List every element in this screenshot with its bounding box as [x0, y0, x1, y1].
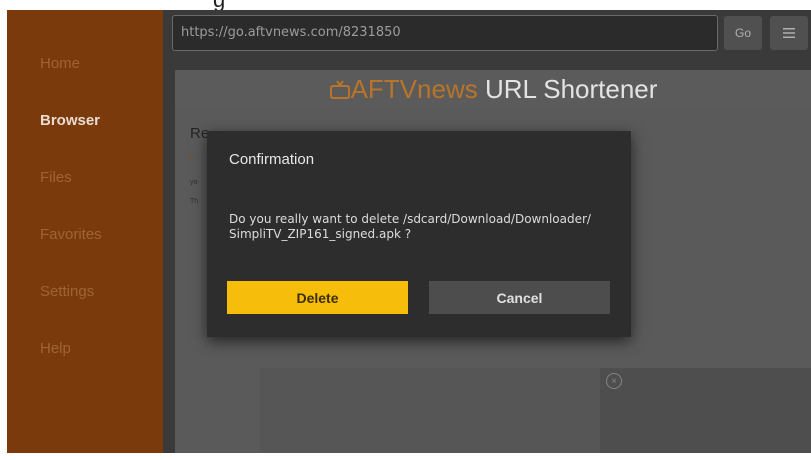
page-text-line: Th [190, 198, 199, 205]
dialog-message-line: SimpliTV_ZIP161_signed.apk ? [229, 227, 412, 241]
page-text-line: yo [190, 179, 198, 186]
sidebar-item-favorites[interactable]: Favorites [40, 226, 102, 243]
delete-button[interactable]: Delete [227, 281, 408, 314]
cancel-button[interactable]: Cancel [429, 281, 610, 314]
tv-logo-icon [329, 80, 350, 99]
dialog-message: Do you really want to delete /sdcard/Dow… [229, 212, 619, 242]
sidebar-item-help[interactable]: Help [40, 340, 71, 357]
url-value: https://go.aftvnews.com/8231850 [181, 25, 401, 40]
site-header: AFTVnews URL Shortener [175, 70, 811, 108]
bottom-border [0, 453, 811, 460]
ad-panel [260, 368, 600, 453]
title-suffix: URL Shortener [477, 74, 658, 104]
sidebar-item-browser[interactable]: Browser [40, 112, 100, 129]
url-input[interactable]: https://go.aftvnews.com/8231850 [172, 15, 718, 51]
dialog-message-line: Do you really want to delete /sdcard/Dow… [229, 212, 591, 226]
sidebar-item-files[interactable]: Files [40, 169, 72, 186]
go-button[interactable]: Go [724, 16, 762, 50]
close-circle-icon[interactable]: × [606, 373, 622, 389]
left-border [0, 10, 7, 453]
clipped-caption: g [213, 0, 225, 10]
site-title: AFTVnews URL Shortener [175, 74, 811, 105]
sidebar-item-home[interactable]: Home [40, 55, 80, 72]
brand-name: AFTVnews [350, 74, 478, 104]
menu-icon [783, 28, 795, 38]
menu-button[interactable] [770, 16, 808, 50]
dialog-title: Confirmation [229, 151, 315, 168]
top-strip: g [0, 0, 811, 10]
ad-panel-side [600, 368, 811, 453]
sidebar-item-settings[interactable]: Settings [40, 283, 94, 300]
page-text-line: h [190, 156, 194, 163]
